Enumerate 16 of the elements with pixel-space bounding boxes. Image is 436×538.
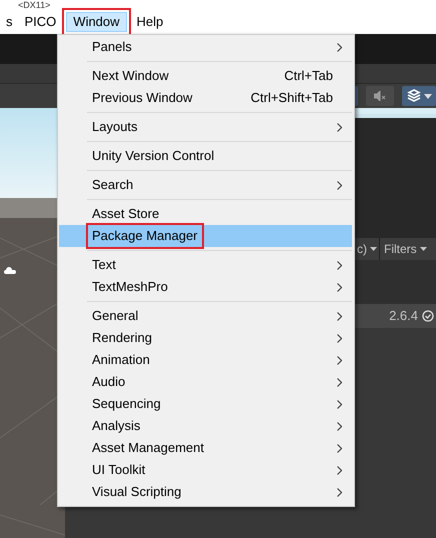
layers-button[interactable] (402, 86, 436, 106)
audio-mute-button[interactable] (366, 86, 394, 106)
menu-item[interactable]: Next Window Ctrl+Tab (59, 65, 352, 87)
caret-icon (370, 247, 377, 251)
menu-bar-item[interactable]: Help (130, 12, 170, 32)
menu-bar-item[interactable]: PICO (18, 12, 62, 32)
caret-icon (420, 247, 427, 251)
check-circle-icon (422, 310, 434, 322)
layers-icon (406, 89, 422, 103)
menu-bar-item[interactable]: s (0, 12, 18, 32)
filters-dropdown[interactable]: Filters (380, 238, 431, 260)
caret-icon (424, 94, 432, 98)
window-title: <DX11> (18, 1, 50, 10)
package-version: 2.6.4 (389, 307, 418, 326)
speaker-icon (374, 91, 386, 101)
package-row[interactable]: 2.6.4 (355, 304, 436, 328)
